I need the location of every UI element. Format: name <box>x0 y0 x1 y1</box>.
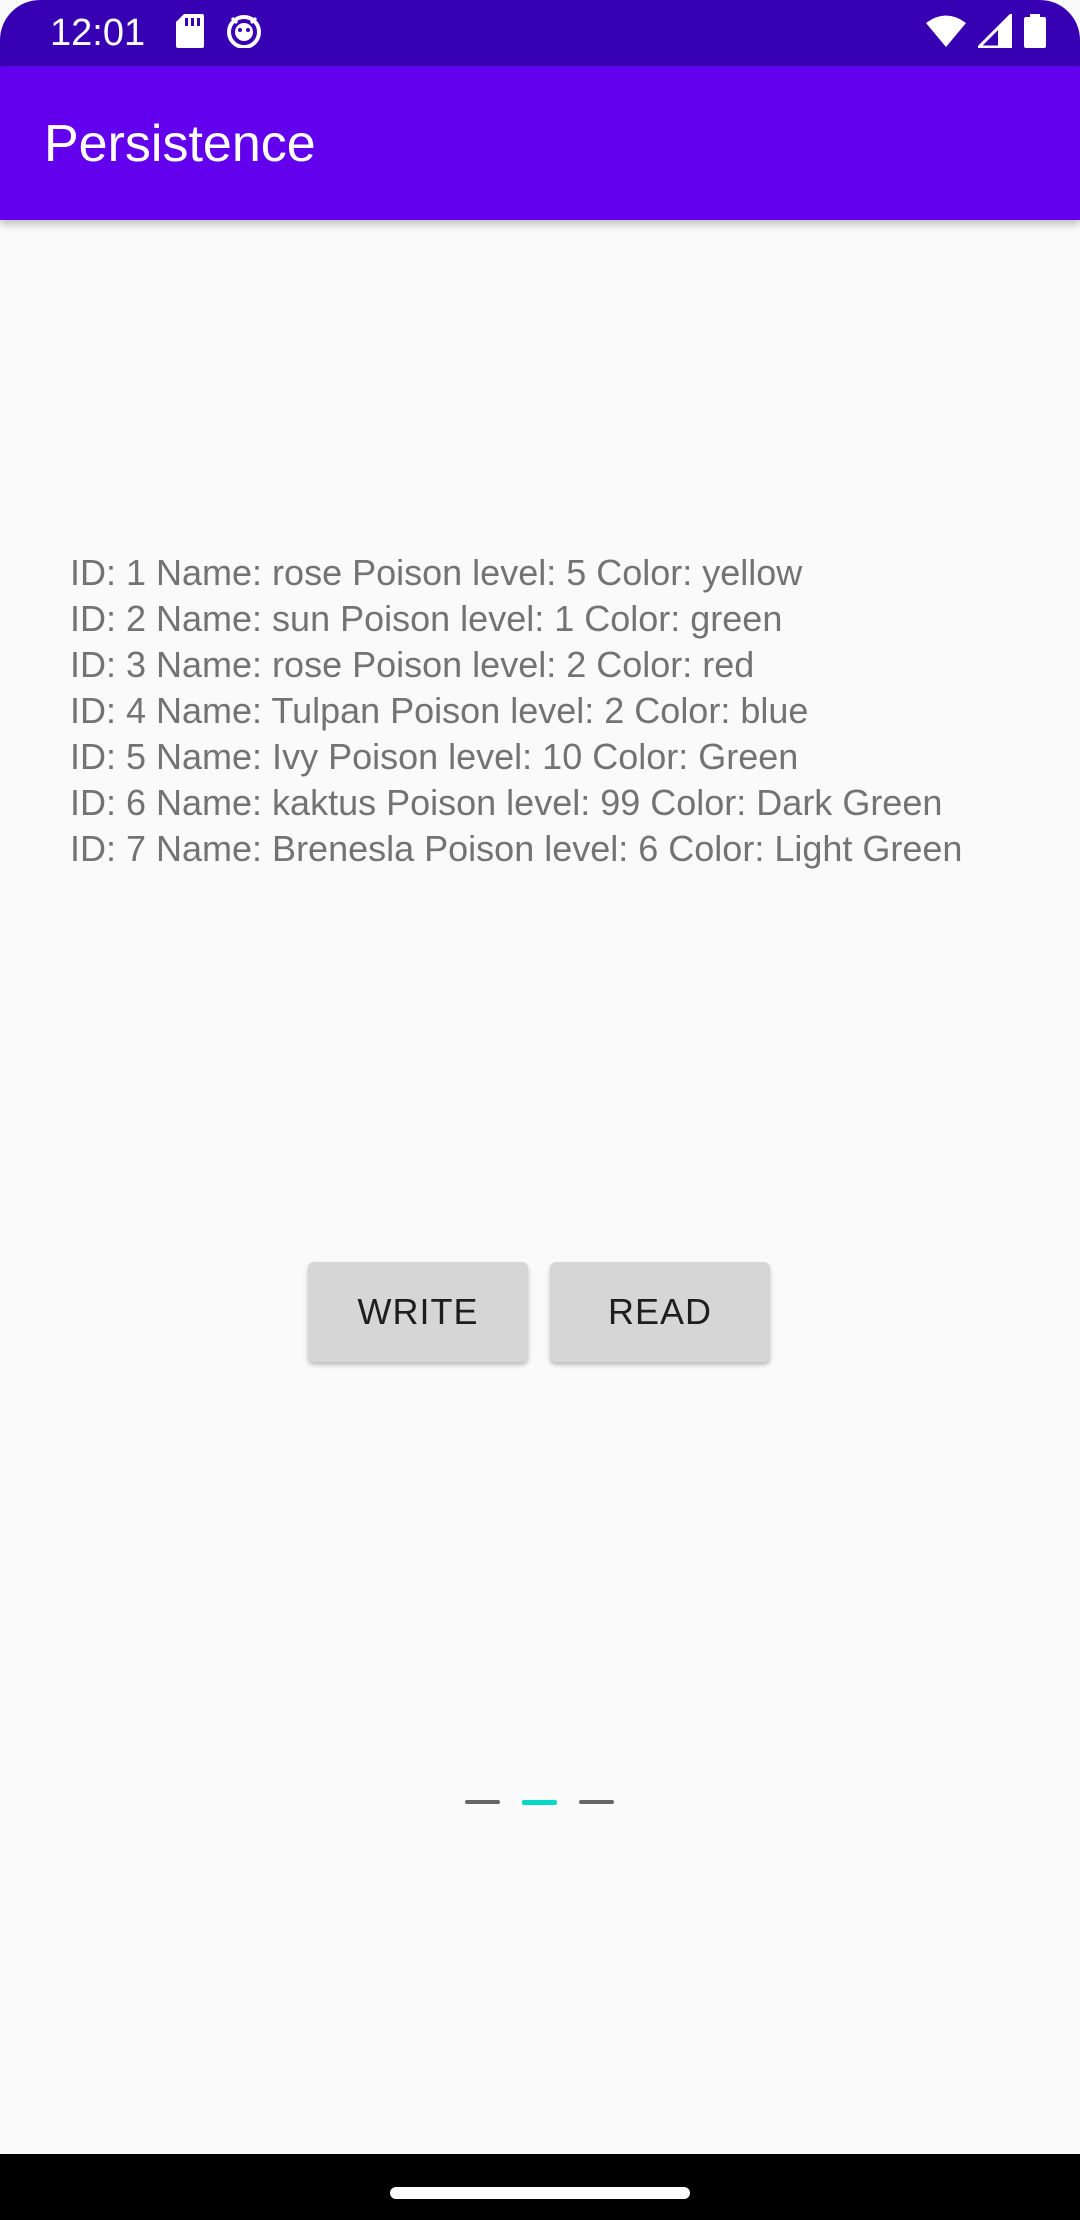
write-button[interactable]: WRITE <box>308 1262 528 1362</box>
navigation-bar <box>0 2154 1080 2220</box>
list-item: ID: 1 Name: rose Poison level: 5 Color: … <box>70 552 803 593</box>
button-row: WRITE READ <box>308 1262 770 1362</box>
list-item: ID: 2 Name: sun Poison level: 1 Color: g… <box>70 598 783 639</box>
app-title: Persistence <box>44 115 316 173</box>
list-item: ID: 6 Name: kaktus Poison level: 99 Colo… <box>70 782 943 823</box>
progress-dash-1 <box>465 1800 500 1804</box>
status-right-icons <box>926 14 1046 48</box>
app-bar: Persistence <box>0 66 1080 220</box>
progress-indicator <box>465 1800 614 1805</box>
progress-dash-3 <box>579 1800 614 1804</box>
battery-icon <box>1024 14 1046 48</box>
wifi-icon <box>926 14 966 48</box>
status-bar: 12:01 <box>0 0 1080 66</box>
list-item: ID: 5 Name: Ivy Poison level: 10 Color: … <box>70 736 799 777</box>
list-item: ID: 7 Name: Brenesla Poison level: 6 Col… <box>70 828 963 869</box>
list-item: ID: 4 Name: Tulpan Poison level: 2 Color… <box>70 690 809 731</box>
read-button[interactable]: READ <box>550 1262 770 1362</box>
app-screen: 12:01 Persistence ID: 1 Name: rose Poiso… <box>0 0 1080 2220</box>
list-item: ID: 3 Name: rose Poison level: 2 Color: … <box>70 644 755 685</box>
home-gesture-handle[interactable] <box>390 2187 690 2199</box>
android-debug-icon <box>226 14 262 48</box>
status-left-icons <box>176 14 262 48</box>
progress-dash-2-active <box>522 1800 557 1805</box>
status-time: 12:01 <box>50 12 146 54</box>
sd-card-icon <box>176 14 204 48</box>
cell-signal-icon <box>978 14 1012 48</box>
records-list: ID: 1 Name: rose Poison level: 5 Color: … <box>70 550 1050 872</box>
